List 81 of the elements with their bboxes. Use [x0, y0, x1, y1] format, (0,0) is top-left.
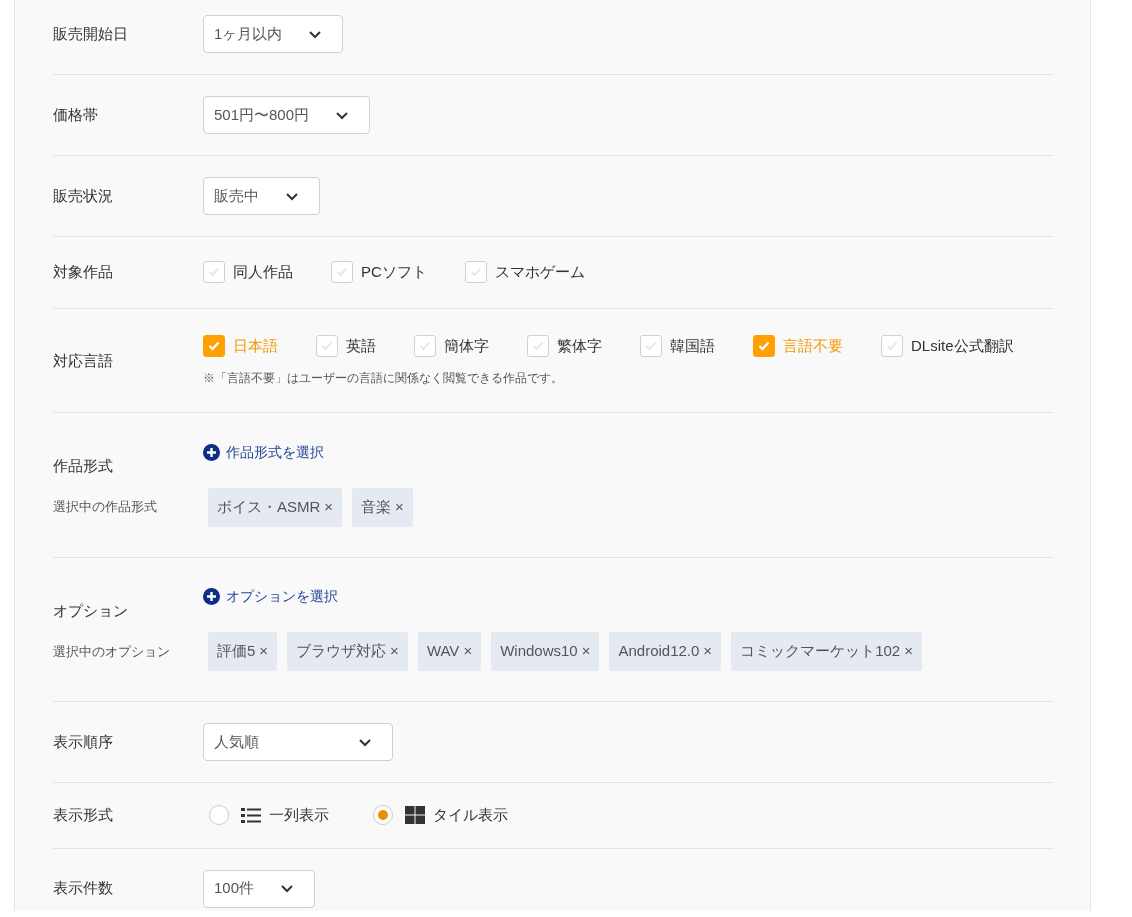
checkbox-label: 韓国語: [670, 335, 715, 356]
chevron-down-icon: [280, 884, 295, 893]
dropdown-select[interactable]: 501円〜800円: [203, 96, 371, 134]
check-icon: [469, 267, 482, 278]
checkbox-label: 英語: [346, 335, 376, 356]
dropdown-select[interactable]: 人気順: [203, 723, 393, 761]
checkbox[interactable]: [881, 334, 903, 357]
radio-button[interactable]: [373, 805, 393, 826]
check-icon: [321, 340, 333, 351]
radio-button[interactable]: [209, 805, 229, 826]
row-label: 表示件数: [53, 878, 114, 899]
filter-tag[interactable]: 評価5 ×: [208, 632, 278, 671]
filter-tag[interactable]: WAV ×: [417, 632, 482, 671]
radio-label: タイル表示: [433, 805, 508, 825]
row-label: 作品形式: [53, 456, 113, 476]
checkbox-label: 日本語: [233, 335, 278, 356]
check-icon: [208, 340, 220, 351]
radio-option[interactable]: タイル表示: [373, 804, 508, 827]
filter-tag[interactable]: Windows10 ×: [491, 632, 600, 671]
row-label: 表示順序: [53, 731, 114, 752]
checkbox-option[interactable]: 同人作品: [203, 261, 293, 284]
row-label: オプション: [53, 600, 128, 621]
row-label: 表示形式: [53, 805, 114, 825]
checkbox-option[interactable]: 簡体字: [414, 334, 489, 357]
row-label: 対応言語: [53, 350, 114, 371]
filter-tag[interactable]: Android12.0 ×: [609, 632, 722, 671]
checkbox-option[interactable]: PCソフト: [331, 261, 427, 284]
chevron-down-icon: [335, 110, 350, 120]
checkbox-option[interactable]: 繁体字: [527, 334, 602, 357]
sublabel: 選択中の作品形式: [53, 498, 157, 517]
chevron-down-icon: [308, 29, 323, 39]
checkbox-label: 繁体字: [557, 335, 602, 356]
list-icon: [241, 806, 261, 824]
checkbox[interactable]: [640, 334, 662, 357]
check-icon: [336, 267, 348, 278]
grid-icon: [405, 806, 425, 825]
radio-option[interactable]: 一列表示: [209, 804, 329, 827]
checkbox-label: 簡体字: [444, 335, 489, 356]
row-label: 対象作品: [53, 262, 114, 282]
check-icon: [208, 267, 220, 278]
checkbox[interactable]: [527, 334, 549, 357]
check-icon: [645, 340, 657, 351]
checkbox[interactable]: [331, 261, 353, 284]
chevron-down-icon: [358, 737, 372, 747]
sublabel: 選択中のオプション: [53, 642, 170, 661]
dropdown-select[interactable]: 1ヶ月以内: [203, 15, 344, 53]
checkbox-label: DLsite公式翻訳: [911, 335, 1014, 356]
checkbox-label: スマホゲーム: [494, 262, 585, 282]
check-icon: [419, 340, 431, 351]
plus-circle-icon: [203, 443, 220, 461]
note-text: ※「言語不要」はユーザーの言語に関係なく閲覧できる作品です。: [203, 370, 564, 387]
filter-tag[interactable]: ブラウザ対応 ×: [287, 632, 408, 671]
row-label: 販売開始日: [53, 23, 129, 44]
checkbox-label: PCソフト: [361, 262, 427, 282]
select-link[interactable]: 作品形式を選択: [203, 441, 324, 464]
dropdown-select[interactable]: 販売中: [203, 177, 320, 215]
checkbox-option[interactable]: 韓国語: [640, 334, 715, 357]
checkbox-option[interactable]: スマホゲーム: [464, 261, 585, 284]
checkbox[interactable]: [753, 334, 775, 357]
chevron-down-icon: [285, 191, 299, 201]
check-icon: [532, 340, 544, 351]
checkbox-option[interactable]: 英語: [316, 334, 376, 357]
checkbox-option[interactable]: DLsite公式翻訳: [881, 334, 1014, 357]
checkbox[interactable]: [203, 334, 225, 357]
filter-tag[interactable]: コミックマーケット102 ×: [731, 632, 922, 671]
checkbox[interactable]: [464, 261, 487, 284]
filter-tag[interactable]: 音楽 ×: [352, 487, 413, 527]
plus-circle-icon: [203, 588, 220, 606]
checkbox[interactable]: [316, 334, 338, 357]
radio-label: 一列表示: [269, 805, 329, 825]
checkbox[interactable]: [203, 261, 225, 284]
checkbox-label: 同人作品: [233, 262, 293, 282]
filter-tag[interactable]: ボイス・ASMR ×: [208, 487, 343, 527]
checkbox-label: 言語不要: [783, 335, 843, 356]
row-label: 価格帯: [53, 104, 99, 125]
select-link[interactable]: オプションを選択: [203, 585, 338, 608]
checkbox[interactable]: [414, 334, 436, 357]
row-label: 販売状況: [53, 185, 114, 206]
check-icon: [758, 340, 770, 351]
dropdown-select[interactable]: 100件: [203, 869, 316, 908]
check-icon: [886, 340, 898, 351]
